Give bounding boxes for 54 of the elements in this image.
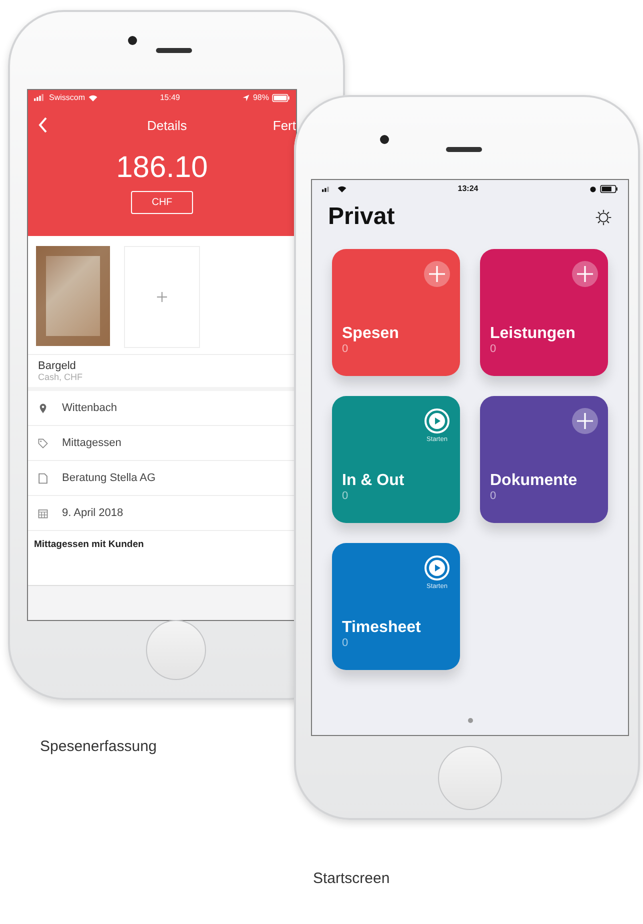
detail-value: 9. April 2018 [62, 507, 124, 519]
module-tile[interactable]: Spesen 0 [332, 249, 460, 376]
detail-value: Wittenbach [62, 402, 118, 414]
speaker-icon [156, 48, 192, 53]
tile-count: 0 [342, 637, 350, 649]
page-title: Privat [328, 203, 395, 231]
tile-count: 0 [342, 343, 350, 355]
tag-icon [38, 438, 48, 448]
settings-icon[interactable] [595, 208, 612, 226]
payment-detail: Cash, CHF [38, 372, 84, 382]
status-time: 13:24 [458, 184, 478, 193]
back-chevron-icon[interactable] [38, 117, 48, 133]
status-time: 15:49 [160, 93, 180, 102]
note-text: Mittagessen mit Kunden [33, 538, 145, 552]
tile-count: 0 [490, 490, 498, 502]
screen-caption: Startscreen [313, 870, 390, 887]
detail-value: Beratung Stella AG [62, 472, 156, 484]
payment-method[interactable]: Bargeld [38, 360, 286, 372]
plus-icon[interactable] [572, 261, 598, 287]
signal-icon [34, 94, 46, 101]
plus-icon[interactable] [572, 408, 598, 434]
tile-title: Leistungen [490, 325, 576, 343]
speaker-icon [446, 147, 482, 152]
tile-title: Timesheet [342, 619, 422, 637]
tile-title: Dokumente [490, 472, 578, 490]
camera-icon [380, 135, 389, 144]
battery-percent: 98% [252, 93, 269, 102]
location-pin-icon [38, 402, 48, 414]
screen-title: Details [147, 118, 187, 132]
module-tile[interactable]: Leistungen 0 [480, 249, 608, 376]
tile-count: 0 [490, 343, 498, 355]
camera-icon [128, 36, 137, 45]
amount-value: 186.10 [116, 151, 208, 185]
wifi-icon [337, 184, 347, 192]
calendar-icon [38, 508, 48, 518]
screen-caption: Spesenerfassung [40, 738, 157, 755]
tile-title: Spesen [342, 325, 400, 343]
play-icon[interactable] [424, 555, 450, 581]
document-icon [38, 472, 48, 484]
play-icon[interactable] [424, 408, 450, 434]
detail-value: Mittagessen [62, 437, 122, 449]
tile-count: 0 [342, 490, 350, 502]
currency-button[interactable]: CHF [130, 191, 194, 214]
done-link[interactable]: Fert [272, 118, 296, 132]
carrier-name: Swisscom [49, 93, 86, 102]
location-arrow-icon [242, 94, 250, 102]
page-indicator [468, 718, 472, 723]
plus-icon[interactable] [424, 261, 450, 287]
tile-title: In & Out [342, 472, 406, 490]
module-tile[interactable]: Dokumente 0 [480, 396, 608, 523]
wifi-icon [88, 94, 98, 102]
battery-icon [600, 184, 618, 192]
battery-icon [272, 94, 290, 102]
plus-icon [157, 292, 167, 302]
